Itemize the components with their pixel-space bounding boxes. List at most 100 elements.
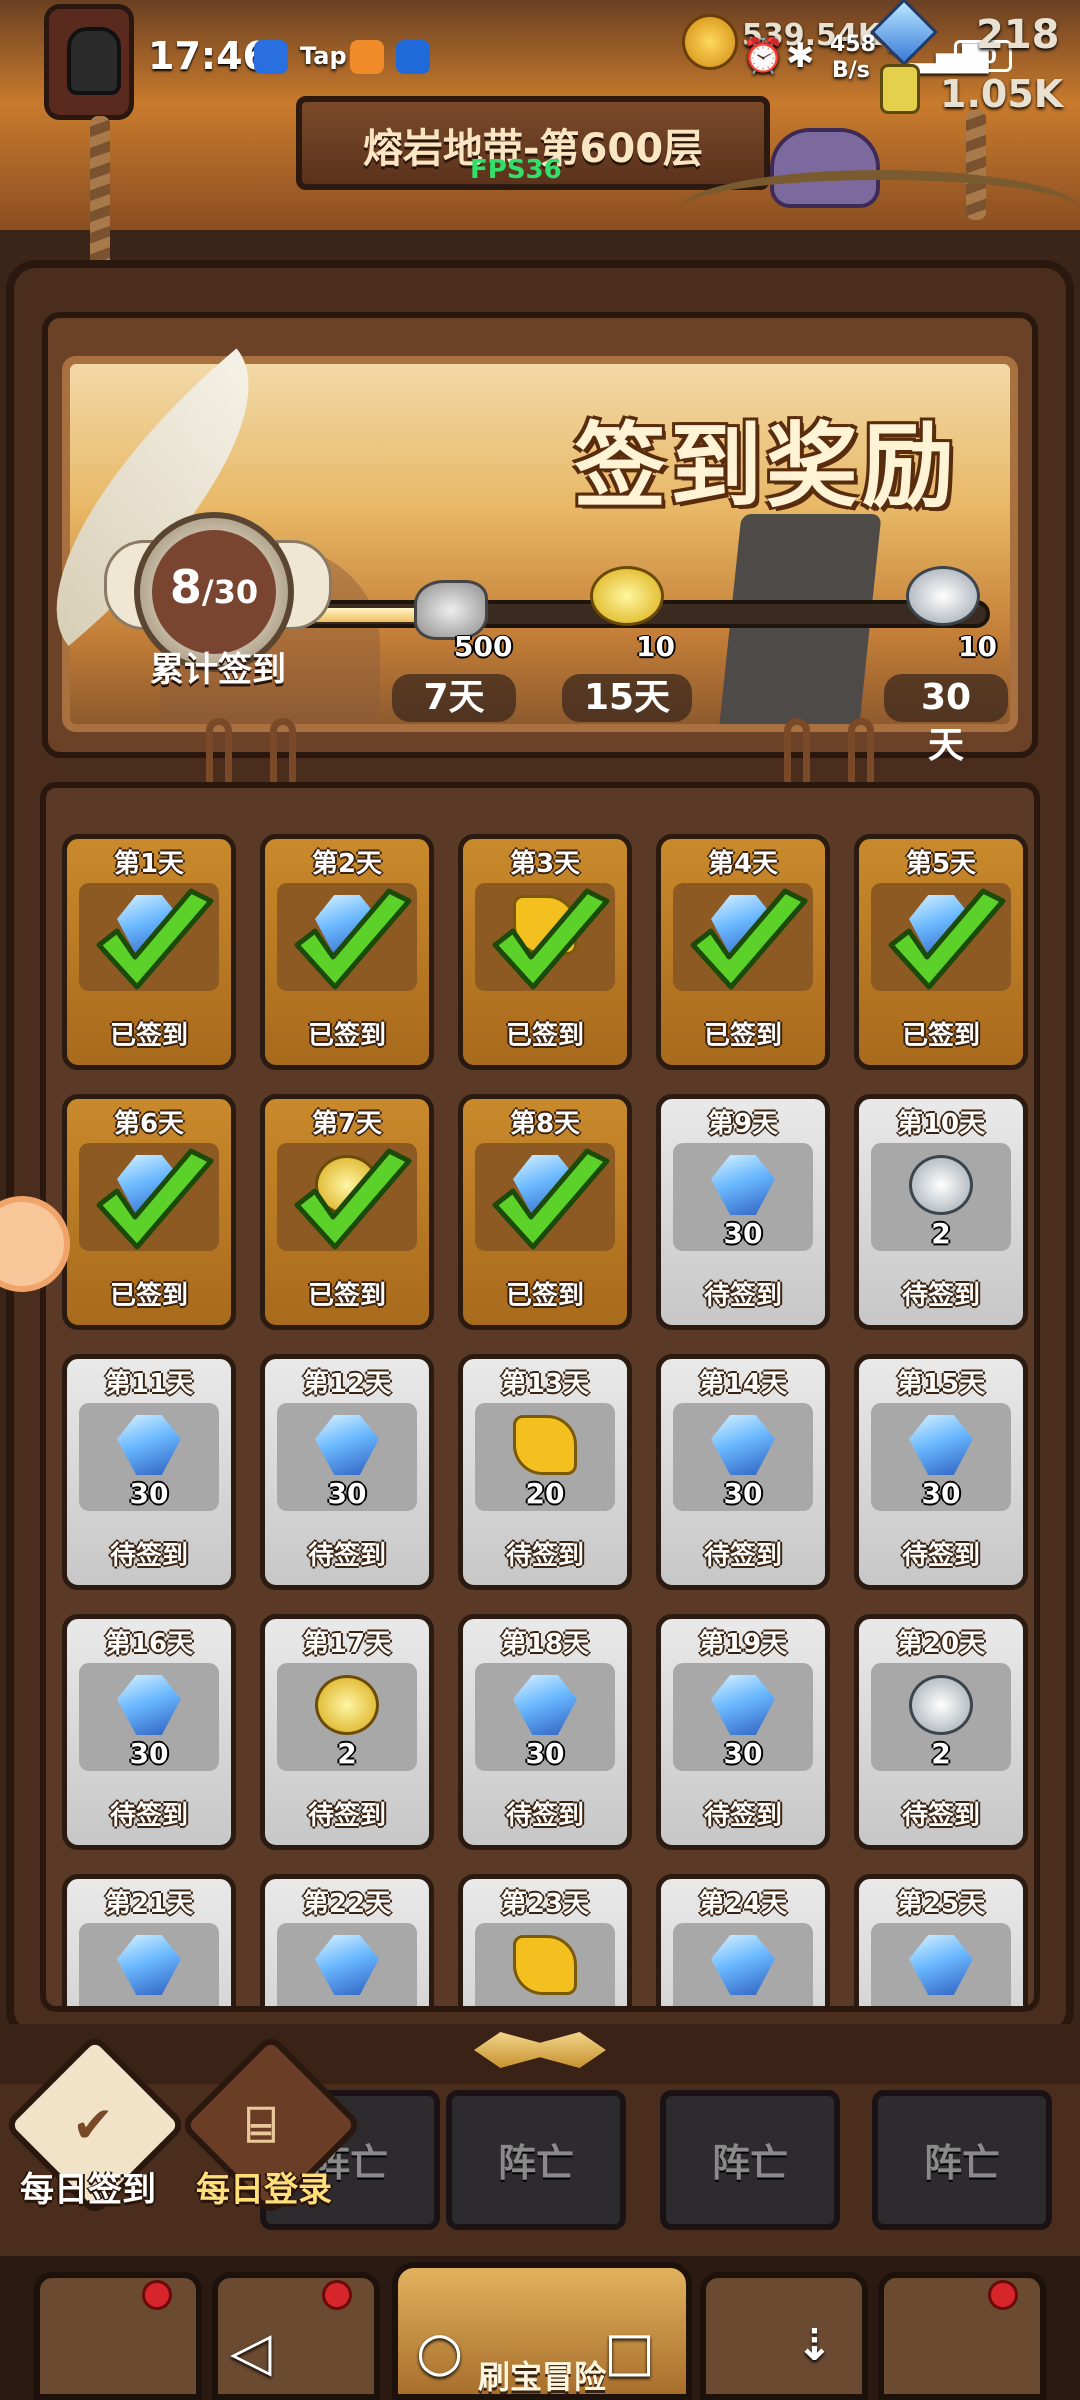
day-label: 第12天 [302, 1369, 392, 1399]
day-label: 第5天 [905, 849, 977, 879]
back-nav-icon[interactable]: ◁ [230, 2320, 272, 2383]
day-label: 第15天 [896, 1369, 986, 1399]
potion-amount: 1.05K [940, 72, 1064, 116]
gold-coin-icon [682, 14, 738, 70]
day-label: 第20天 [896, 1629, 986, 1659]
day-cell[interactable]: 第13天 20 待签到 [458, 1354, 632, 1590]
day-cell[interactable]: 第19天 30 待签到 [656, 1614, 830, 1850]
silver-scroll-icon [909, 1675, 973, 1735]
day-cell[interactable]: 第4天 已签到 [656, 834, 830, 1070]
milestone-amount: 10 [958, 630, 997, 663]
day-cell[interactable]: 第21天 [62, 1874, 236, 2006]
calendar-icon: ✔ [72, 2096, 114, 2154]
daily-signin-label: 每日签到 [20, 2170, 156, 2210]
checkmark-icon [492, 1148, 610, 1250]
checkmark-icon [294, 1148, 412, 1250]
chat-app-icon [350, 40, 384, 74]
reward-amount: 30 [129, 1477, 169, 1510]
reward-amount: 30 [723, 1217, 763, 1250]
day-cell[interactable]: 第12天 30 待签到 [260, 1354, 434, 1590]
silver-scroll-icon[interactable] [906, 566, 980, 626]
milestone-amount: 10 [636, 630, 675, 663]
day-grid: 第1天 已签到 第2天 已签到 第3天 已签到 第4天 已签到 第5天 已签到 第6天 已签到 第7天已… [62, 834, 1028, 2006]
signin-status: 待签到 [703, 1801, 782, 1831]
day-cell[interactable]: 第24天 [656, 1874, 830, 2006]
signin-status: 待签到 [901, 1281, 980, 1311]
day-cell[interactable]: 第14天 30 待签到 [656, 1354, 830, 1590]
player-avatar[interactable] [44, 4, 134, 120]
reward-amount: 30 [327, 1477, 367, 1510]
checkmark-icon [888, 888, 1006, 990]
day-cell[interactable]: 第11天 30 待签到 [62, 1354, 236, 1590]
hero-dead-label: 阵亡 [711, 2141, 788, 2185]
silver-scroll-icon [909, 1155, 973, 1215]
day-label: 第13天 [500, 1369, 590, 1399]
forge-tab[interactable] [878, 2272, 1046, 2400]
menu-down-icon[interactable]: ⇣ [796, 2320, 833, 2371]
day-cell[interactable]: 第23天 [458, 1874, 632, 2006]
hero-card[interactable]: 阵亡 [446, 2090, 626, 2230]
signin-status: 待签到 [505, 1801, 584, 1831]
day-cell[interactable]: 第8天已签到 [458, 1094, 632, 1330]
day-label: 第8天 [509, 1109, 581, 1139]
signin-total: /30 [201, 573, 259, 611]
bag-tab[interactable] [700, 2272, 868, 2400]
signin-current: 8 [169, 560, 202, 614]
day-cell[interactable]: 第15天 30 待签到 [854, 1354, 1028, 1590]
hero-card[interactable]: 阵亡 [660, 2090, 840, 2230]
bulb-app-icon [396, 40, 430, 74]
day-label: 第16天 [104, 1629, 194, 1659]
banner-title: 签到奖励 [574, 413, 959, 520]
day-cell[interactable]: 第16天 30 待签到 [62, 1614, 236, 1850]
checkmark-icon [294, 888, 412, 990]
reward-amount: 30 [525, 1737, 565, 1770]
hero-dead-label: 阵亡 [923, 2141, 1000, 2185]
milestone-amount: 500 [454, 630, 513, 663]
day-cell[interactable]: 第3天 已签到 [458, 834, 632, 1070]
cumulative-label: 累计签到 [150, 650, 286, 690]
hero-card[interactable]: 阵亡 [872, 2090, 1052, 2230]
day-cell[interactable]: 第6天 已签到 [62, 1094, 236, 1330]
signin-status: 已签到 [109, 1281, 188, 1311]
day-cell[interactable]: 第9天 30 待签到 [656, 1094, 830, 1330]
day-cell[interactable]: 第20天 2 待签到 [854, 1614, 1028, 1850]
shield-app-icon [254, 40, 288, 74]
day-cell[interactable]: 第2天 已签到 [260, 834, 434, 1070]
day-cell[interactable]: 第5天已签到 [854, 834, 1028, 1070]
day-cell[interactable]: 第18天 30 待签到 [458, 1614, 632, 1850]
day-cell[interactable]: 第22天 [260, 1874, 434, 2006]
signin-status: 待签到 [109, 1541, 188, 1571]
checkmark-icon [96, 1148, 214, 1250]
day-label: 第23天 [500, 1889, 590, 1919]
gold-scroll-icon [315, 1675, 379, 1735]
hero-dead-label: 阵亡 [497, 2141, 574, 2185]
day-cell[interactable]: 第7天 已签到 [260, 1094, 434, 1330]
day-label: 第22天 [302, 1889, 392, 1919]
checkmark-icon [96, 888, 214, 990]
signin-status: 已签到 [505, 1021, 584, 1051]
day-cell[interactable]: 第25天 [854, 1874, 1028, 2006]
day-label: 第11天 [104, 1369, 194, 1399]
puzzle-icon [513, 1935, 577, 1995]
day-label: 第25天 [896, 1889, 986, 1919]
signin-count: 8/30 [150, 560, 278, 614]
day-label: 第10天 [896, 1109, 986, 1139]
signin-status: 已签到 [505, 1281, 584, 1311]
gold-scroll-icon[interactable] [590, 566, 664, 626]
gem-amount: 218 [976, 12, 1060, 58]
day-label: 第9天 [707, 1109, 779, 1139]
reward-amount: 2 [931, 1217, 951, 1250]
clock: 17:46 [148, 34, 269, 78]
signin-status: 已签到 [109, 1021, 188, 1051]
day-label: 第21天 [104, 1889, 194, 1919]
day-label: 第24天 [698, 1889, 788, 1919]
day-label: 第7天 [311, 1109, 383, 1139]
signin-status: 已签到 [901, 1021, 980, 1051]
day-cell[interactable]: 第17天 2 待签到 [260, 1614, 434, 1850]
home-nav-icon[interactable]: ○ [416, 2320, 463, 2383]
day-cell[interactable]: 第1天 已签到 [62, 834, 236, 1070]
day-cell[interactable]: 第10天 2 待签到 [854, 1094, 1028, 1330]
reward-amount: 20 [525, 1477, 565, 1510]
shop-tab[interactable] [34, 2272, 202, 2400]
recents-nav-icon[interactable]: □ [604, 2320, 655, 2383]
